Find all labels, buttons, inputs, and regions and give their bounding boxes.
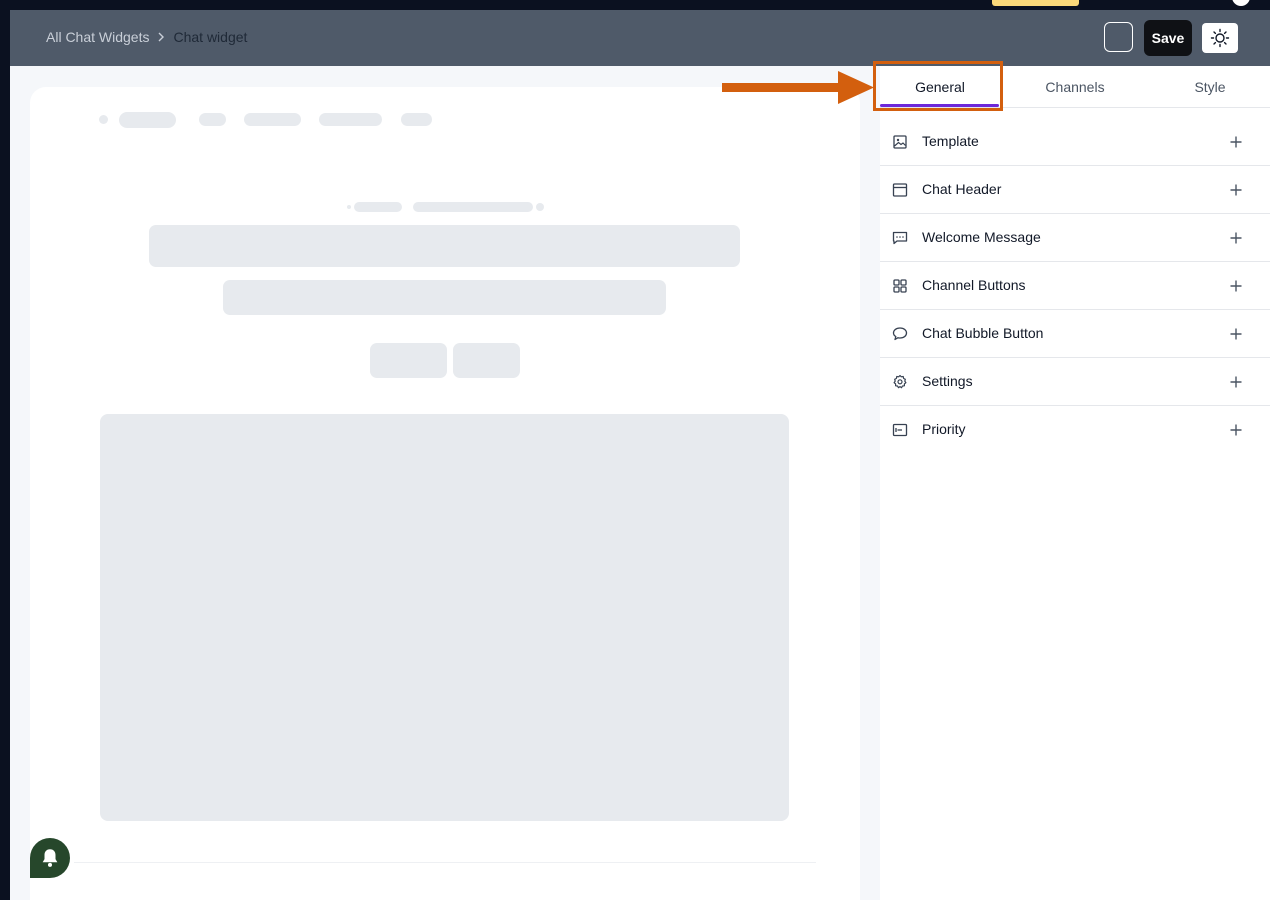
tab-label: Channels [1045, 78, 1105, 95]
footer-divider [74, 862, 816, 863]
plus-icon[interactable] [1228, 326, 1244, 342]
chat-bubble-icon [892, 326, 908, 342]
skeleton-nav-item [199, 113, 226, 126]
blank-header-button[interactable] [1104, 22, 1133, 52]
section-label: Template [922, 133, 979, 149]
tab-style[interactable]: Style [1145, 66, 1270, 107]
top-strip [0, 0, 1270, 10]
skeleton-nav-item [319, 113, 382, 126]
chevron-right-icon [156, 31, 166, 43]
section-chat-header[interactable]: Chat Header [880, 166, 1270, 214]
page-header: All Chat Widgets Chat widget Save [10, 10, 1270, 66]
section-chat-bubble-button[interactable]: Chat Bubble Button [880, 310, 1270, 358]
section-label: Settings [922, 373, 973, 389]
theme-toggle-button[interactable] [1202, 23, 1238, 53]
image-icon [892, 134, 908, 150]
skeleton-dot [99, 115, 108, 124]
skeleton-headline [149, 225, 740, 267]
gear-icon [892, 374, 908, 390]
window-icon [892, 182, 908, 198]
section-label: Priority [922, 421, 966, 437]
skeleton-dot [347, 205, 351, 209]
skeleton-button [453, 343, 520, 378]
skeleton-button [370, 343, 447, 378]
settings-panel: General Channels Style Template Chat Hea… [880, 66, 1270, 900]
plus-icon[interactable] [1228, 422, 1244, 438]
priority-icon [892, 422, 908, 438]
breadcrumb-root-link[interactable]: All Chat Widgets [46, 29, 149, 45]
widget-preview-card [30, 87, 860, 900]
skeleton-nav-item [119, 112, 176, 128]
save-button[interactable]: Save [1144, 20, 1192, 56]
tab-label: Style [1194, 78, 1226, 95]
breadcrumb-current: Chat widget [173, 29, 248, 45]
skeleton-dot [536, 203, 544, 211]
section-label: Welcome Message [922, 229, 1041, 245]
plus-icon[interactable] [1228, 374, 1244, 390]
notification-button[interactable] [30, 838, 70, 878]
section-priority[interactable]: Priority [880, 406, 1270, 453]
section-label: Channel Buttons [922, 277, 1026, 293]
plus-icon[interactable] [1228, 134, 1244, 150]
annotation-arrow-icon [722, 71, 874, 104]
skeleton-nav-item [401, 113, 432, 126]
plus-icon[interactable] [1228, 278, 1244, 294]
skeleton-subheadline [223, 280, 666, 315]
skeleton-eyebrow [413, 202, 533, 212]
skeleton-nav-item [244, 113, 301, 126]
section-label: Chat Bubble Button [922, 325, 1044, 341]
bell-icon [42, 849, 58, 867]
skeleton-content-block [100, 414, 789, 821]
section-welcome-message[interactable]: Welcome Message [880, 214, 1270, 262]
message-icon [892, 230, 908, 246]
app-window: All Chat Widgets Chat widget Save Genera… [10, 10, 1270, 900]
plus-icon[interactable] [1228, 230, 1244, 246]
grid-icon [892, 278, 908, 294]
section-settings[interactable]: Settings [880, 358, 1270, 406]
section-channel-buttons[interactable]: Channel Buttons [880, 262, 1270, 310]
tab-channels[interactable]: Channels [1010, 66, 1140, 107]
skeleton-eyebrow [354, 202, 402, 212]
sun-icon [1210, 28, 1230, 48]
top-accent-tab [992, 0, 1079, 6]
annotation-highlight-box [873, 61, 1003, 111]
section-label: Chat Header [922, 181, 1002, 197]
plus-icon[interactable] [1228, 182, 1244, 198]
breadcrumb: All Chat Widgets Chat widget [46, 29, 247, 45]
section-template[interactable]: Template [880, 118, 1270, 166]
